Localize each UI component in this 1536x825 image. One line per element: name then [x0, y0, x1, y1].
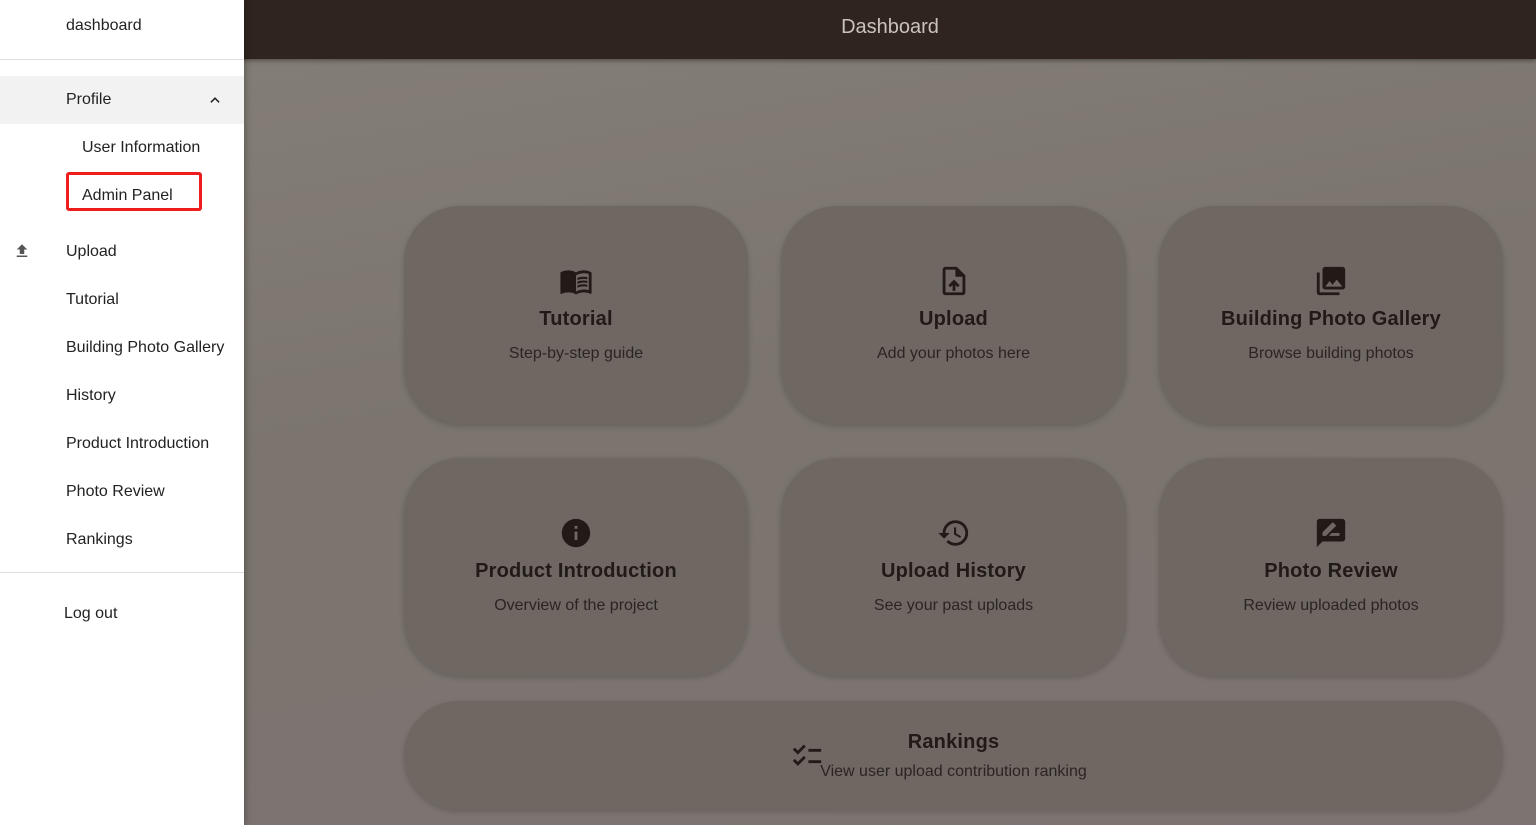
- card-title: Upload: [919, 308, 988, 330]
- rate-review-icon: [1316, 518, 1346, 548]
- card-title: Photo Review: [1264, 560, 1398, 582]
- sidebar-item-label: Photo Review: [66, 483, 165, 500]
- logout-button[interactable]: Log out: [0, 590, 244, 638]
- page-title: Dashboard: [841, 16, 939, 38]
- sidebar-item-user-information[interactable]: User Information: [0, 124, 244, 172]
- card-description: Review uploaded photos: [1243, 597, 1419, 614]
- sidebar-item-label: Rankings: [66, 531, 133, 548]
- card-title: Tutorial: [539, 308, 613, 330]
- sidebar-item-upload[interactable]: Upload: [0, 228, 244, 276]
- sidebar-brand[interactable]: dashboard: [66, 17, 142, 35]
- card-product-introduction[interactable]: Product Introduction Overview of the pro…: [404, 458, 748, 676]
- card-title: Rankings: [907, 731, 1000, 753]
- card-building-photo-gallery[interactable]: Building Photo Gallery Browse building p…: [1159, 206, 1503, 424]
- info-icon: [561, 518, 591, 548]
- sidebar-item-label: User Information: [82, 139, 201, 156]
- sidebar-drawer: dashboard Profile User Information Admin…: [0, 0, 244, 825]
- sidebar-item-tutorial[interactable]: Tutorial: [0, 276, 244, 324]
- logout-label: Log out: [64, 605, 118, 622]
- card-photo-review[interactable]: Photo Review Review uploaded photos: [1159, 458, 1503, 676]
- sidebar-item-label: History: [66, 387, 116, 404]
- highlight-box: [66, 172, 202, 211]
- card-tutorial[interactable]: Tutorial Step-by-step guide: [404, 206, 748, 424]
- sidebar-item-product-introduction[interactable]: Product Introduction: [0, 420, 244, 468]
- card-title: Product Introduction: [475, 560, 677, 582]
- sidebar-item-building-photo-gallery[interactable]: Building Photo Gallery: [0, 324, 244, 372]
- upload-icon: [16, 244, 28, 257]
- sidebar-item-label: Product Introduction: [66, 435, 210, 452]
- card-rankings[interactable]: Rankings View user upload contribution r…: [404, 701, 1503, 810]
- card-description: Browse building photos: [1248, 345, 1414, 362]
- photo-library-icon: [1316, 266, 1346, 296]
- card-title: Building Photo Gallery: [1221, 308, 1441, 330]
- card-description: Step-by-step guide: [508, 345, 644, 362]
- card-description: See your past uploads: [873, 597, 1034, 614]
- upload-file-icon: [942, 266, 965, 296]
- sidebar-item-profile[interactable]: Profile: [0, 76, 244, 124]
- card-title: Upload History: [880, 560, 1027, 582]
- chevron-up-icon: [210, 97, 220, 103]
- card-description: Add your photos here: [877, 345, 1030, 362]
- sidebar-item-label: Profile: [66, 91, 112, 108]
- sidebar-item-rankings[interactable]: Rankings: [0, 516, 244, 564]
- card-description: Overview of the project: [494, 597, 658, 614]
- divider: [0, 572, 244, 573]
- sidebar-item-label: Upload: [66, 243, 117, 260]
- card-upload-history[interactable]: Upload History See your past uploads: [781, 458, 1126, 676]
- card-upload[interactable]: Upload Add your photos here: [781, 206, 1126, 424]
- card-description: View user upload contribution ranking: [820, 763, 1087, 780]
- sidebar-item-photo-review[interactable]: Photo Review: [0, 468, 244, 516]
- divider: [0, 59, 244, 60]
- sidebar-item-label: Building Photo Gallery: [66, 339, 225, 356]
- book-icon: [560, 270, 592, 295]
- sidebar-item-history[interactable]: History: [0, 372, 244, 420]
- sidebar-item-label: Tutorial: [66, 291, 119, 308]
- history-icon: [937, 520, 968, 546]
